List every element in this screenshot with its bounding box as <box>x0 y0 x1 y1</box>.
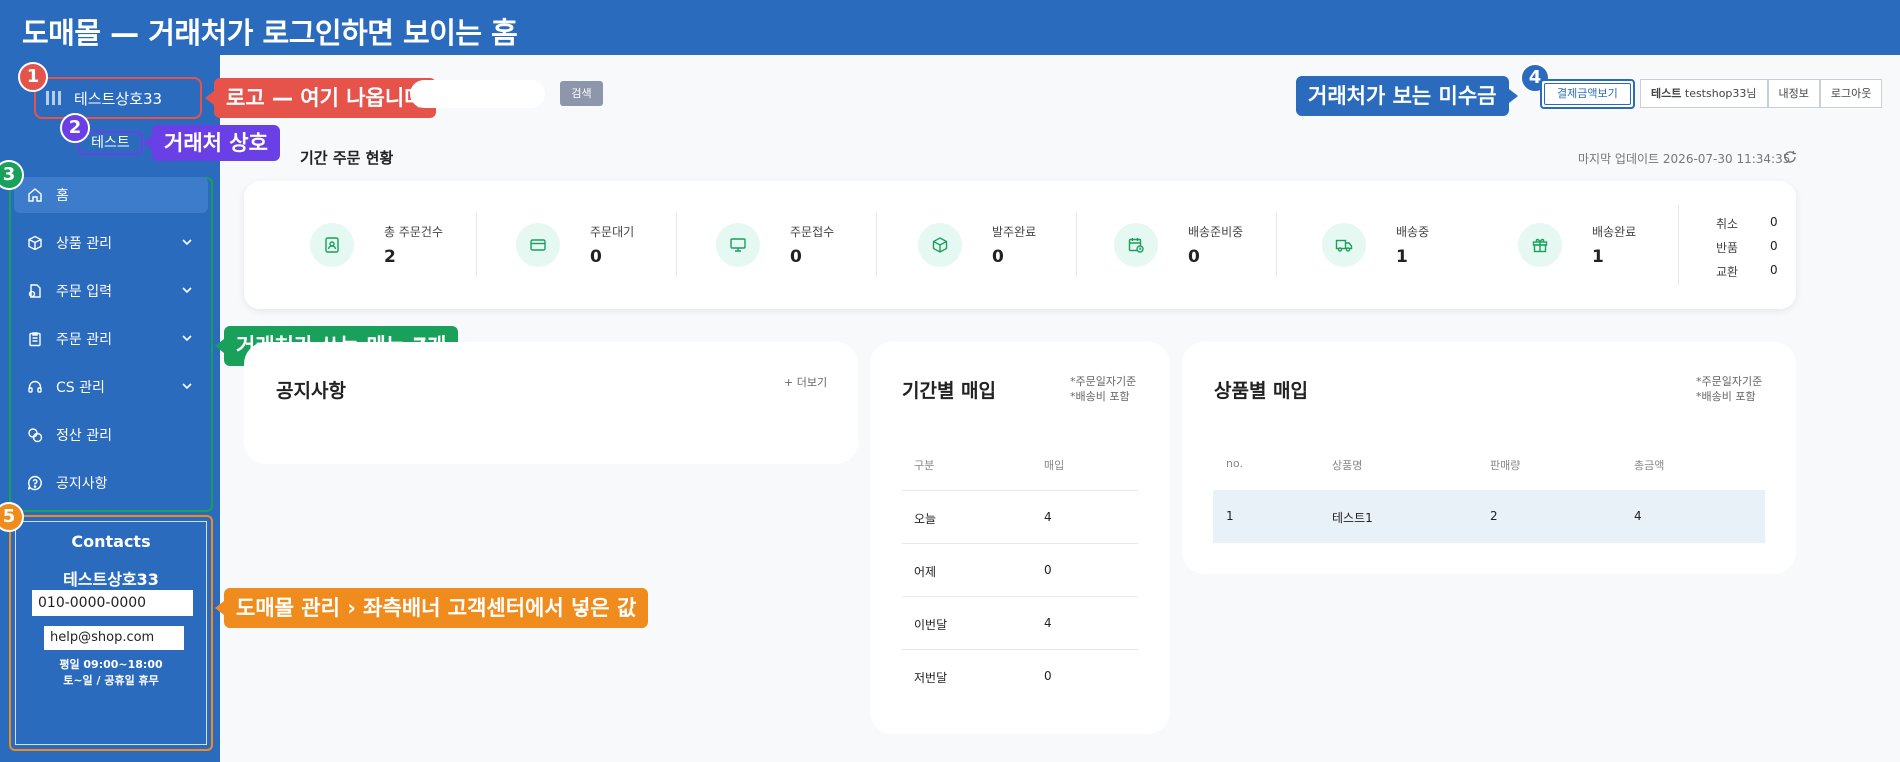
table-row: 저번달 0 <box>902 649 1138 702</box>
sidebar-item-label: 주문 입력 <box>56 284 112 300</box>
sidebar-item-notice[interactable]: 공지사항 <box>14 465 208 501</box>
sidebar-item-home[interactable]: 홈 <box>14 177 208 213</box>
logo[interactable]: 테스트상호33 <box>34 77 202 119</box>
notice-more-link[interactable]: + 더보기 <box>784 374 827 390</box>
contacts-inner: Contacts 테스트상호33 010-0000-0000 help@shop… <box>15 521 207 745</box>
stat-cancel: 취소 0 <box>1716 215 1778 231</box>
help-bubble-icon <box>26 474 44 492</box>
contacts-hours: 평일 09:00~18:00 <box>59 658 163 671</box>
table-row: 오늘 4 <box>902 490 1138 543</box>
id-card-icon <box>310 223 354 267</box>
my-info-button[interactable]: 내정보 <box>1767 79 1820 108</box>
table-row: 이번달 4 <box>902 596 1138 649</box>
pay-amount-button[interactable]: 결제금액보기 <box>1540 79 1635 109</box>
badge-1: 1 <box>18 62 48 92</box>
callout-business: 거래처 상호 <box>143 125 280 161</box>
orders-section-title: 기간 주문 현황 <box>300 149 394 167</box>
callout-contacts: 도매몰 관리 › 좌측배너 고객센터에서 넣은 값 <box>215 588 649 628</box>
gift-icon <box>1518 223 1562 267</box>
chevron-down-icon <box>182 287 192 294</box>
stat-exchange: 교환 0 <box>1716 263 1778 279</box>
sidebar-item-order-management[interactable]: 주문 관리 <box>14 321 208 357</box>
monitor-icon <box>716 223 760 267</box>
annotation-banner: 도매몰 — 거래처가 로그인하면 보이는 홈 <box>0 0 1900 55</box>
callout-logo: 로고 — 여기 나옵니다 <box>205 78 436 118</box>
headset-icon <box>26 378 44 396</box>
contacts-email: help@shop.com <box>44 626 184 650</box>
contacts-holiday: 토~일 / 공휴일 휴무 <box>63 674 159 687</box>
logo-mark-icon <box>46 89 66 107</box>
callout-balance: 거래처가 보는 미수금 <box>1296 76 1518 116</box>
sidebar-item-label: CS 관리 <box>56 380 105 396</box>
sidebar-item-label: 공지사항 <box>56 476 108 492</box>
sidebar-item-label: 정산 관리 <box>56 428 112 444</box>
product-name-col-header: 상품명 <box>1332 459 1363 472</box>
coins-icon <box>26 426 44 444</box>
period-purchase-note: *주문일자기준 *배송비 포함 <box>1070 375 1137 403</box>
refresh-icon[interactable] <box>1783 150 1797 164</box>
notice-title: 공지사항 <box>276 380 346 402</box>
box-icon <box>26 234 44 252</box>
home-icon <box>26 186 44 204</box>
period-col-header: 구분 <box>914 459 935 472</box>
no-col-header: no. <box>1226 457 1244 470</box>
sidebar-item-products[interactable]: 상품 관리 <box>14 225 208 261</box>
table-row: 어제 0 <box>902 543 1138 596</box>
credit-card-icon <box>516 223 560 267</box>
chevron-down-icon <box>182 335 192 342</box>
search-button[interactable]: 검색 <box>560 81 603 106</box>
order-stats-card: 총 주문건수 2 주문대기 0 주문접수 0 발주완료 0 배송준비중 0 배송… <box>244 181 1796 309</box>
notice-card: 공지사항 + 더보기 <box>244 342 858 464</box>
contacts-phone: 010-0000-0000 <box>32 590 193 616</box>
product-purchase-title: 상품별 매입 <box>1214 380 1309 402</box>
logo-text: 테스트상호33 <box>74 89 163 108</box>
contacts-title: Contacts <box>71 532 151 551</box>
contacts-panel: Contacts 테스트상호33 010-0000-0000 help@shop… <box>9 515 213 751</box>
order-entry-icon <box>26 282 44 300</box>
sidebar-item-cs[interactable]: CS 관리 <box>14 369 208 405</box>
calendar-clock-icon <box>1114 223 1158 267</box>
user-name: 테스트 testshop33님 <box>1640 79 1768 108</box>
sidebar-item-label: 주문 관리 <box>56 332 112 348</box>
sidebar-item-settlement[interactable]: 정산 관리 <box>14 417 208 453</box>
package-icon <box>918 223 962 267</box>
contacts-company-name: 테스트상호33 <box>63 570 159 589</box>
period-purchase-title: 기간별 매입 <box>902 380 997 402</box>
last-update: 마지막 업데이트 2026-07-30 11:34:35 <box>1578 152 1791 166</box>
stat-return: 반품 0 <box>1716 239 1778 255</box>
user-toolbar: 테스트 testshop33님 내정보 로그아웃 <box>1640 79 1883 108</box>
period-purchase-card: 기간별 매입 *주문일자기준 *배송비 포함 구분 매입 오늘 4 어제 0 이… <box>870 342 1170 734</box>
badge-2: 2 <box>60 113 90 143</box>
logout-button[interactable]: 로그아웃 <box>1819 79 1883 108</box>
clipboard-icon <box>26 330 44 348</box>
table-row: 1 테스트1 2 4 <box>1213 490 1765 543</box>
total-col-header: 총금액 <box>1634 459 1665 472</box>
sidebar: 테스트상호33 테스트 홈 상품 관리 주문 입력 주문 관리 CS 관리 정산… <box>0 55 220 762</box>
product-purchase-note: *주문일자기준 *배송비 포함 <box>1696 375 1763 403</box>
chevron-down-icon <box>182 383 192 390</box>
sidebar-item-label: 상품 관리 <box>56 236 112 252</box>
sidebar-item-label: 홈 <box>56 188 69 204</box>
amount-col-header: 매입 <box>1044 459 1065 472</box>
sidebar-item-order-entry[interactable]: 주문 입력 <box>14 273 208 309</box>
chevron-down-icon <box>182 239 192 246</box>
quantity-col-header: 판매량 <box>1490 459 1521 472</box>
truck-icon <box>1322 223 1366 267</box>
banner-title: 도매몰 — 거래처가 로그인하면 보이는 홈 <box>22 16 518 50</box>
search-input[interactable] <box>410 80 545 108</box>
